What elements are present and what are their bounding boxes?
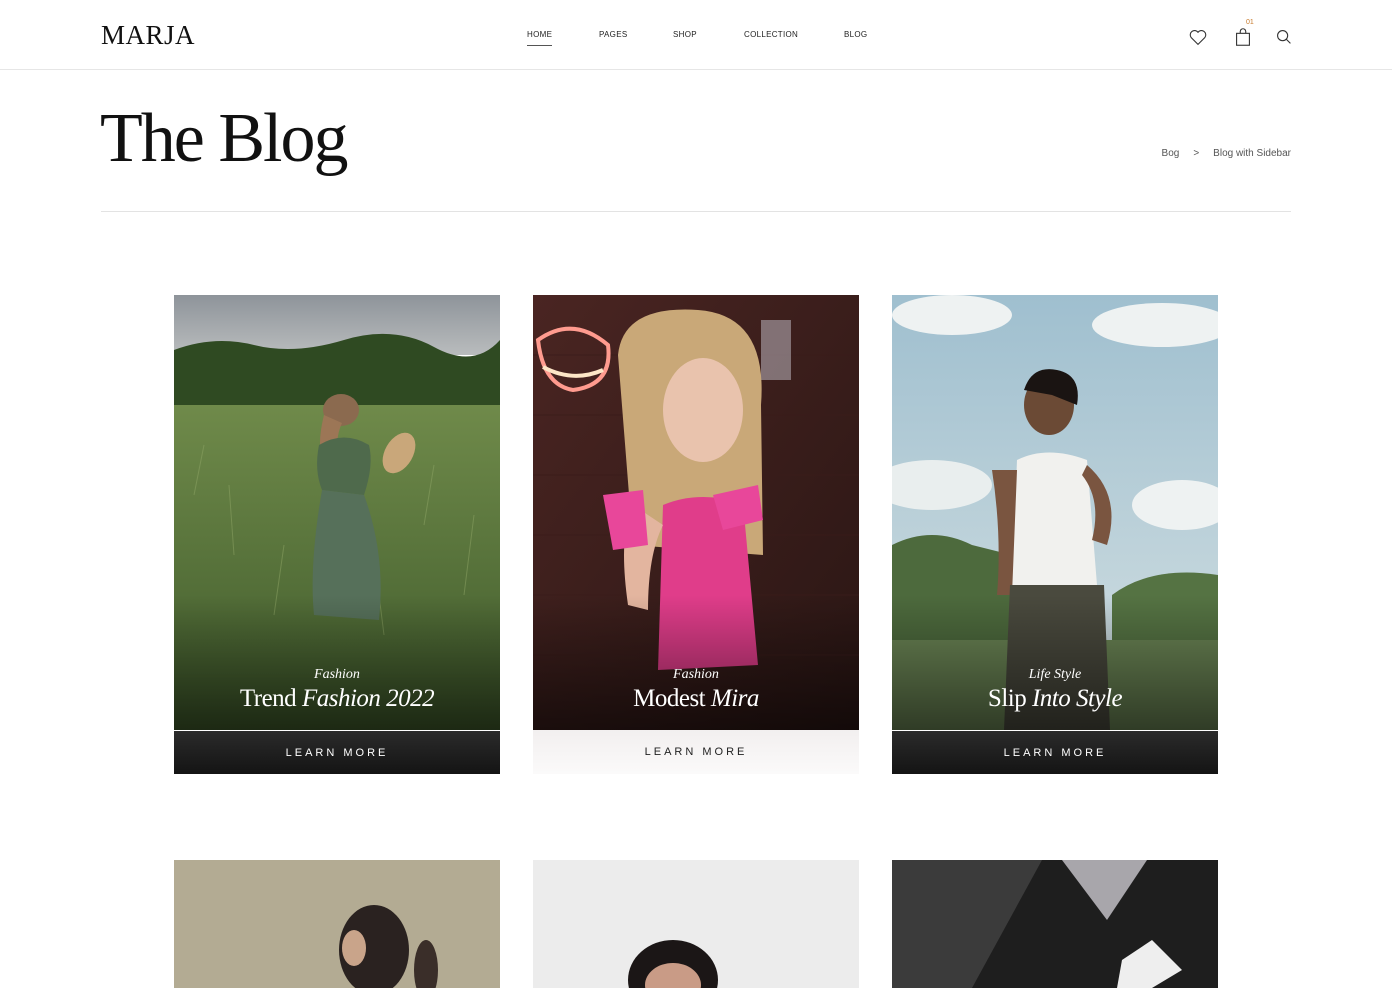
heart-icon[interactable]	[1187, 26, 1209, 48]
learn-more-button[interactable]: LEARN MORE	[533, 730, 859, 774]
nav-item-blog[interactable]: BLOG	[844, 30, 867, 39]
blog-card[interactable]: Fashion Modest Mira LEARN MORE	[533, 295, 859, 774]
learn-more-button[interactable]: LEARN MORE	[892, 730, 1218, 774]
shopping-bag-icon[interactable]	[1232, 26, 1254, 48]
search-icon[interactable]	[1273, 26, 1295, 48]
blog-card[interactable]	[892, 860, 1218, 988]
nav-item-shop[interactable]: SHOP	[673, 30, 697, 39]
blog-card[interactable]: Life Style Slip Into Style LEARN MORE	[892, 295, 1218, 774]
post-title-plain: Modest	[633, 685, 711, 712]
post-title-plain: Slip	[987, 685, 1032, 712]
post-image	[533, 860, 859, 988]
nav-item-pages[interactable]: PAGES	[599, 30, 627, 39]
post-title[interactable]: Trend Fashion 2022	[174, 685, 500, 713]
post-title[interactable]: Slip Into Style	[892, 685, 1218, 713]
breadcrumb-link-blog[interactable]: Bog	[1162, 148, 1180, 159]
page-title: The Blog	[100, 100, 348, 177]
post-image	[174, 860, 500, 988]
post-title-italic: Mira	[710, 685, 760, 712]
post-category: Life Style	[1028, 667, 1082, 682]
nav-item-collection[interactable]: COLLECTION	[744, 30, 798, 39]
main-nav: HOME PAGES SHOP COLLECTION BLOG	[0, 0, 1392, 70]
learn-more-button[interactable]: LEARN MORE	[174, 730, 500, 774]
blog-card[interactable]	[533, 860, 859, 988]
breadcrumb-current: Blog with Sidebar	[1213, 148, 1291, 159]
breadcrumb-separator: >	[1193, 148, 1200, 159]
post-title[interactable]: Modest Mira	[533, 685, 859, 713]
title-divider	[101, 211, 1291, 212]
nav-item-home[interactable]: HOME	[527, 30, 553, 46]
post-title-plain: Trend	[239, 685, 302, 712]
site-header: MARJA HOME PAGES SHOP COLLECTION BLOG 01	[0, 0, 1392, 70]
breadcrumb: Bog > Blog with Sidebar	[1162, 148, 1291, 159]
post-category: Fashion	[314, 667, 360, 682]
post-title-italic: Fashion 2022	[301, 685, 435, 712]
blog-card[interactable]	[174, 860, 500, 988]
blog-card[interactable]: Fashion Trend Fashion 2022 LEARN MORE	[174, 295, 500, 774]
post-category: Fashion	[673, 667, 719, 682]
post-title-italic: Into Style	[1031, 685, 1123, 712]
post-image	[892, 860, 1218, 988]
cart-count-badge: 01	[1246, 19, 1254, 26]
